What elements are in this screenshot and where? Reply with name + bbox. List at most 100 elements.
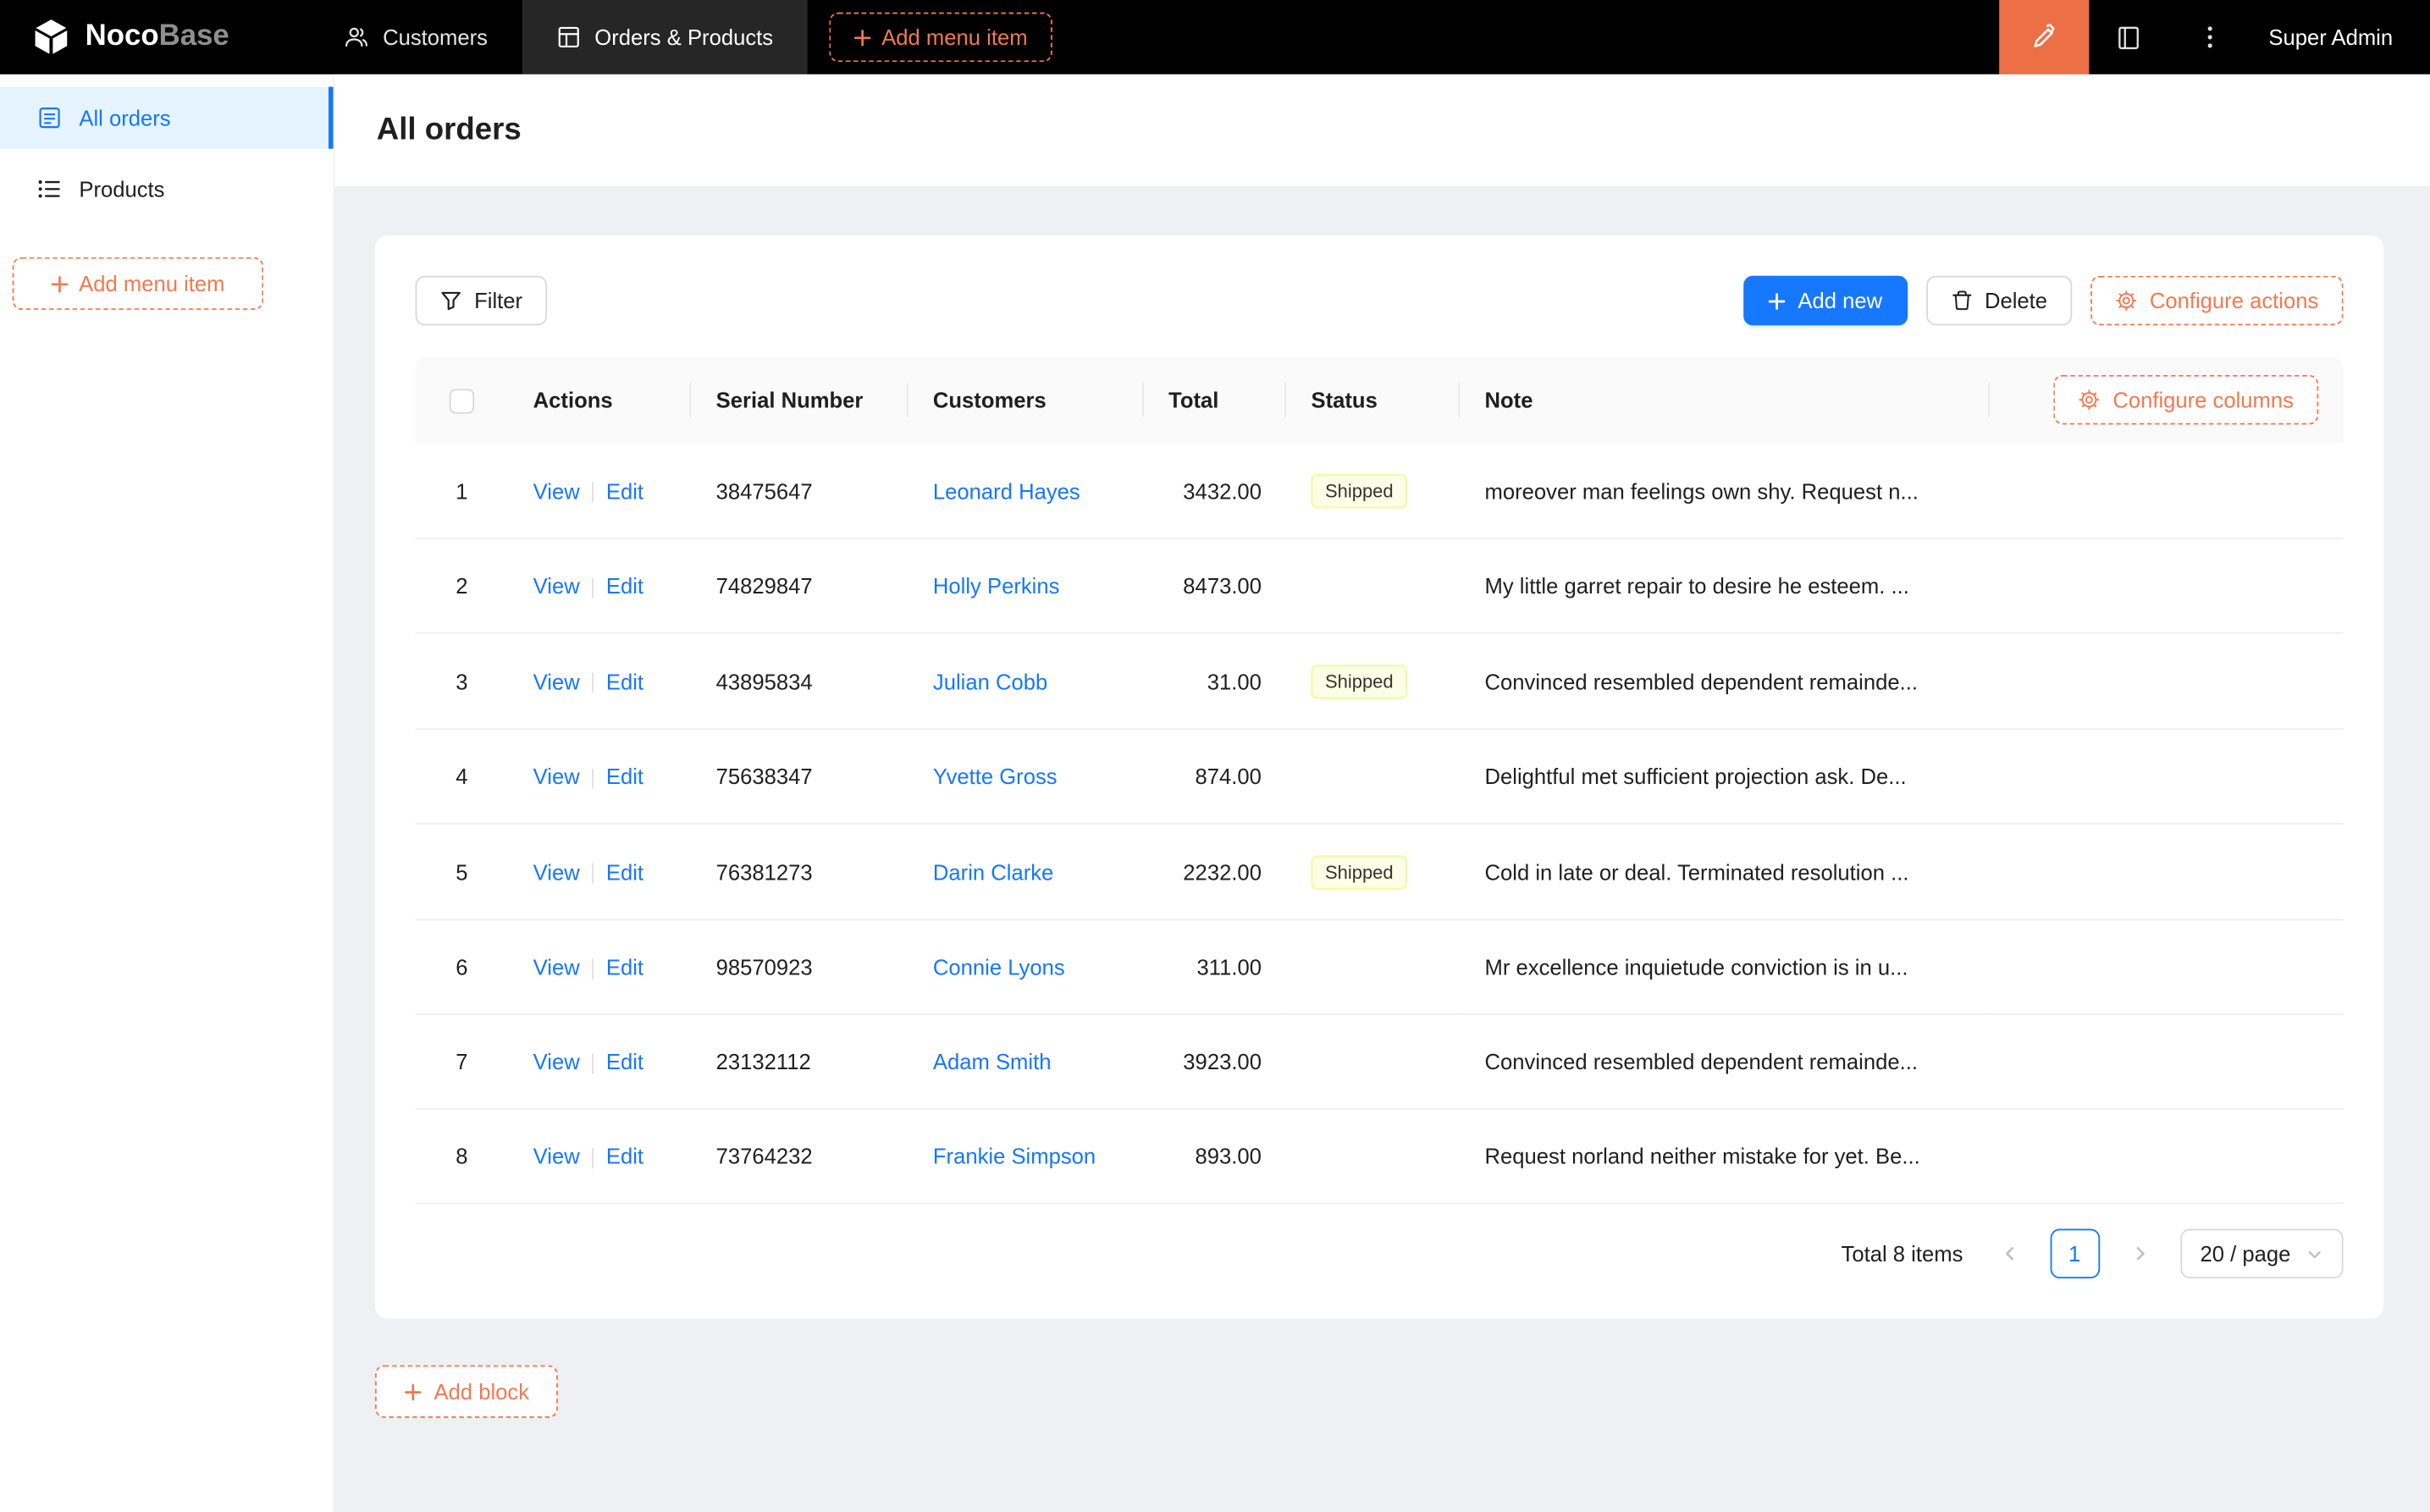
edit-link[interactable]: Edit xyxy=(606,955,643,979)
edit-link[interactable]: Edit xyxy=(606,573,643,598)
row-actions-cell: View Edit xyxy=(508,919,691,1014)
filter-funnel-icon xyxy=(440,290,462,312)
logo-base: Base xyxy=(159,20,229,52)
total-cell: 3923.00 xyxy=(1144,1014,1286,1109)
configure-actions-button[interactable]: Configure actions xyxy=(2090,276,2343,326)
user-name: Super Admin xyxy=(2268,25,2393,49)
total-cell: 893.00 xyxy=(1144,1109,1286,1204)
nav-item-customers[interactable]: Customers xyxy=(310,0,522,74)
customer-cell: Adam Smith xyxy=(908,1014,1144,1109)
navbar-right-group: Super Admin xyxy=(1999,0,2430,74)
view-link[interactable]: View xyxy=(533,859,580,884)
note-cell: Delightful met sufficient projection ask… xyxy=(1460,729,1990,824)
left-sidebar: All orders Products Add menu item xyxy=(0,74,334,1512)
action-divider xyxy=(592,864,594,884)
sidebar-item-label: All orders xyxy=(79,105,170,130)
sidebar-add-menu-item-button[interactable]: Add menu item xyxy=(13,257,264,310)
edit-link[interactable]: Edit xyxy=(606,764,643,788)
pagination-total: Total 8 items xyxy=(1842,1241,1963,1266)
note-cell: Mr excellence inquietude conviction is i… xyxy=(1460,919,1990,1014)
total-cell: 874.00 xyxy=(1144,729,1286,824)
serial-number-cell: 43895834 xyxy=(691,633,908,729)
configure-columns-header-cell: Configure columns xyxy=(1990,356,2343,444)
ui-editor-button[interactable] xyxy=(1999,0,2089,74)
plugin-doc-button[interactable] xyxy=(2089,0,2169,74)
row-config-cell xyxy=(1990,729,2343,824)
row-config-cell xyxy=(1990,1109,2343,1204)
customer-cell: Frankie Simpson xyxy=(908,1109,1144,1204)
nav-item-orders-products[interactable]: Orders & Products xyxy=(522,0,807,74)
edit-link[interactable]: Edit xyxy=(606,859,643,884)
view-link[interactable]: View xyxy=(533,669,580,693)
view-link[interactable]: View xyxy=(533,764,580,788)
orders-table-block: Filter Add new xyxy=(375,235,2383,1318)
serial-number-cell: 38475647 xyxy=(691,443,908,538)
row-config-cell xyxy=(1990,919,2343,1014)
customer-link[interactable]: Yvette Gross xyxy=(933,764,1058,788)
edit-link[interactable]: Edit xyxy=(606,669,643,693)
view-link[interactable]: View xyxy=(533,955,580,979)
sidebar-item-products[interactable]: Products xyxy=(0,158,334,220)
page-title: All orders xyxy=(377,108,2393,152)
sidebar-item-all-orders[interactable]: All orders xyxy=(0,87,334,149)
delete-button[interactable]: Delete xyxy=(1925,276,2072,326)
row-index: 3 xyxy=(416,633,509,729)
view-link[interactable]: View xyxy=(533,573,580,598)
table-header: Actions Serial Number Customers Total St… xyxy=(416,356,2344,444)
view-link[interactable]: View xyxy=(533,1049,580,1073)
customer-cell: Holly Perkins xyxy=(908,538,1144,633)
add-new-label: Add new xyxy=(1798,288,1882,312)
row-actions-cell: View Edit xyxy=(508,633,691,729)
note-cell: moreover man feelings own shy. Request n… xyxy=(1460,443,1990,538)
sidebar-item-label: Products xyxy=(79,177,164,201)
customer-cell: Leonard Hayes xyxy=(908,443,1144,538)
nav-item-label: Customers xyxy=(383,25,488,49)
view-link[interactable]: View xyxy=(533,1144,580,1168)
customer-link[interactable]: Connie Lyons xyxy=(933,955,1065,979)
note-cell: Convinced resembled dependent remainde..… xyxy=(1460,633,1990,729)
customer-link[interactable]: Adam Smith xyxy=(933,1049,1052,1073)
filter-button[interactable]: Filter xyxy=(416,276,548,326)
customer-link[interactable]: Darin Clarke xyxy=(933,859,1053,884)
row-index: 6 xyxy=(416,919,509,1014)
edit-link[interactable]: Edit xyxy=(606,478,643,503)
customer-link[interactable]: Frankie Simpson xyxy=(933,1144,1096,1168)
notebook-icon xyxy=(2116,24,2142,50)
add-block-button[interactable]: Add block xyxy=(375,1366,559,1418)
row-index: 8 xyxy=(416,1109,509,1204)
navbar-add-menu-item-button[interactable]: Add menu item xyxy=(829,13,1052,63)
configure-columns-button[interactable]: Configure columns xyxy=(2054,375,2319,425)
main-layout: All orders Products Add menu item xyxy=(0,74,2430,1512)
orders-table-icon xyxy=(556,25,581,49)
customer-link[interactable]: Holly Perkins xyxy=(933,573,1060,598)
status-cell xyxy=(1286,538,1460,633)
pagination-next-button[interactable] xyxy=(2115,1229,2165,1279)
customer-link[interactable]: Julian Cobb xyxy=(933,669,1047,693)
status-cell: Shipped xyxy=(1286,443,1460,538)
pagination-prev-button[interactable] xyxy=(1985,1229,2035,1279)
table-body: 1 ViewEdit 38475647 Leonard Hayes 3432.0… xyxy=(416,443,2344,1203)
note-cell: Request norland neither mistake for yet.… xyxy=(1460,1109,1990,1204)
configure-actions-label: Configure actions xyxy=(2150,288,2318,312)
status-cell xyxy=(1286,919,1460,1014)
app-root: NocoBase Customers Orders & Products xyxy=(0,0,2430,1512)
add-new-button[interactable]: Add new xyxy=(1743,276,1907,326)
user-menu[interactable]: Super Admin xyxy=(2250,0,2430,74)
customer-cell: Yvette Gross xyxy=(908,729,1144,824)
view-link[interactable]: View xyxy=(533,478,580,503)
edit-link[interactable]: Edit xyxy=(606,1049,643,1073)
table-row: 8 ViewEdit 73764232 Frankie Simpson 893.… xyxy=(416,1109,2344,1204)
select-all-checkbox[interactable] xyxy=(450,389,474,413)
row-actions-cell: View Edit xyxy=(508,1109,691,1204)
customer-link[interactable]: Leonard Hayes xyxy=(933,478,1080,503)
edit-link[interactable]: Edit xyxy=(606,1144,643,1168)
status-tag: Shipped xyxy=(1312,855,1408,889)
customer-cell: Darin Clarke xyxy=(908,824,1144,919)
page-size-select[interactable]: 20 / page xyxy=(2180,1229,2344,1279)
nocobase-logo[interactable]: NocoBase xyxy=(0,0,310,74)
configure-columns-label: Configure columns xyxy=(2112,388,2294,412)
more-actions-button[interactable] xyxy=(2169,0,2250,74)
plus-icon xyxy=(1769,292,1786,309)
serial-number-cell: 74829847 xyxy=(691,538,908,633)
pagination-page-1-button[interactable]: 1 xyxy=(2050,1229,2100,1279)
